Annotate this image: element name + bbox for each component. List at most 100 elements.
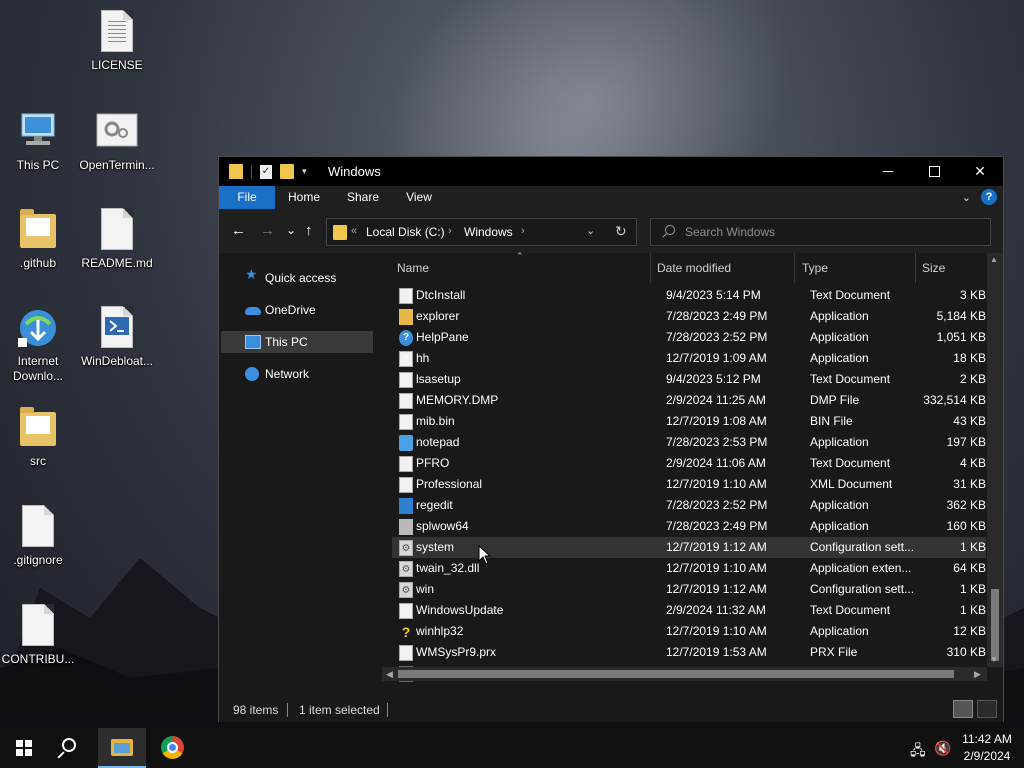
file-row[interactable]: PFRO 2/9/2024 11:06 AM Text Document 4 KB xyxy=(392,453,986,474)
file-row[interactable]: WindowsUpdate 2/9/2024 11:32 AM Text Docum… xyxy=(392,600,986,621)
network-icon[interactable]: 🖧 xyxy=(910,740,926,764)
nav-item-quick-access[interactable]: ★ Quick access xyxy=(221,267,373,289)
column-header-date[interactable]: Date modified xyxy=(657,253,731,283)
start-button[interactable] xyxy=(0,728,48,768)
desktop-icon-readme[interactable]: README.md xyxy=(75,208,159,271)
file-explorer-window[interactable]: ✓ ▾ Windows ✕ File Home Share View ⌄ ? ←… xyxy=(218,156,1004,722)
file-row[interactable]: ? hh 12/7/2019 1:09 AM Application 18 KB xyxy=(392,348,986,369)
desktop-icon-openterminal[interactable]: OpenTermin... xyxy=(75,110,159,173)
file-row[interactable]: ⚙ win 12/7/2019 1:12 AM Configuration sett.… xyxy=(392,579,986,600)
desktop-icon-contributing[interactable]: CONTRIBU... xyxy=(0,604,80,667)
properties-icon[interactable]: ✓ xyxy=(260,164,272,179)
desktop-icon-label: Internet Downlo... xyxy=(12,354,64,383)
file-row[interactable]: MEMORY.DMP 2/9/2024 11:25 AM DMP File 332,5… xyxy=(392,390,986,411)
desktop-icon-internet-download-manager[interactable]: Internet Downlo... xyxy=(0,306,80,384)
file-row[interactable]: lsasetup 9/4/2023 5:12 PM Text Document 2 K… xyxy=(392,369,986,390)
large-icons-view-button[interactable] xyxy=(977,700,997,718)
chrome-icon xyxy=(161,736,184,759)
folder-icon xyxy=(229,164,243,179)
vertical-scrollbar[interactable]: ▲ ▼ xyxy=(987,253,1003,667)
column-header-size[interactable]: Size xyxy=(922,253,945,283)
title-bar[interactable]: ✓ ▾ Windows ✕ xyxy=(219,157,1003,186)
back-button[interactable]: ← xyxy=(231,222,246,239)
scrollbar-thumb[interactable] xyxy=(398,670,954,678)
tab-file[interactable]: File xyxy=(219,186,275,209)
file-row[interactable]: Professional 12/7/2019 1:10 AM XML Documen… xyxy=(392,474,986,495)
volume-muted-icon[interactable]: 🔇 xyxy=(934,740,951,757)
breadcrumb-separator[interactable]: › xyxy=(521,225,525,237)
file-date-modified: 12/7/2019 1:09 AM xyxy=(666,351,767,365)
address-bar[interactable]: « Local Disk (C:) › Windows › ⌄ ↻ xyxy=(326,218,637,246)
gear-icon: ⚙ xyxy=(399,561,413,577)
file-date-modified: 7/28/2023 2:52 PM xyxy=(666,330,768,344)
breadcrumb-windows[interactable]: Windows xyxy=(464,225,513,239)
clock[interactable]: 11:42 AM 2/9/2024 xyxy=(958,731,1016,765)
file-row[interactable]: WMSysPr9.prx 12/7/2019 1:53 AM PRX File 310… xyxy=(392,642,986,663)
taskbar-search-button[interactable] xyxy=(48,728,96,768)
details-view-button[interactable] xyxy=(953,700,973,718)
column-divider[interactable] xyxy=(915,253,916,283)
file-row[interactable]: ? HelpPane 7/28/2023 2:52 PM Application 1,0… xyxy=(392,327,986,348)
nav-item-network[interactable]: Network xyxy=(221,363,373,385)
question-icon: ? xyxy=(401,624,411,640)
refresh-icon[interactable]: ↻ xyxy=(615,223,627,240)
file-row[interactable]: mib.bin 12/7/2019 1:08 AM BIN File 43 KB xyxy=(392,411,986,432)
minimize-button[interactable] xyxy=(865,157,911,186)
file-row[interactable]: notepad 7/28/2023 2:53 PM Application 197 K… xyxy=(392,432,986,453)
maximize-button[interactable] xyxy=(911,157,957,186)
tab-home[interactable]: Home xyxy=(279,186,329,209)
up-button[interactable]: ↑ xyxy=(305,222,313,239)
forward-button[interactable]: → xyxy=(260,222,275,239)
tab-view[interactable]: View xyxy=(397,186,441,209)
desktop-icon-github-folder[interactable]: .github xyxy=(0,208,80,271)
customize-dropdown-icon[interactable]: ▾ xyxy=(302,166,307,177)
file-name: Professional xyxy=(416,477,483,491)
desktop-icon-this-pc[interactable]: This PC xyxy=(0,110,80,173)
scroll-left-icon[interactable]: ◀ xyxy=(386,667,393,681)
desktop-icon-gitignore[interactable]: .gitignore xyxy=(0,505,80,568)
file-row[interactable]: splwow64 7/28/2023 2:49 PM Application 160 … xyxy=(392,516,986,537)
file-row[interactable]: explorer 7/28/2023 2:49 PM Application 5,18… xyxy=(392,306,986,327)
search-box[interactable] xyxy=(650,218,991,246)
file-row[interactable]: regedit 7/28/2023 2:52 PM Application 362 K… xyxy=(392,495,986,516)
desktop-icon-src-folder[interactable]: src xyxy=(0,406,80,469)
taskbar-file-explorer[interactable] xyxy=(98,728,146,768)
file-type: BIN File xyxy=(810,414,853,428)
scroll-up-icon[interactable]: ▲ xyxy=(990,255,998,264)
file-type: Application xyxy=(810,309,869,323)
column-header-name[interactable]: Name xyxy=(397,253,429,283)
nav-item-this-pc[interactable]: This PC xyxy=(221,331,373,353)
desktop-icon-label: CONTRIBU... xyxy=(1,652,75,666)
file-date-modified: 7/28/2023 2:52 PM xyxy=(666,498,768,512)
file-row[interactable]: ? winhlp32 12/7/2019 1:10 AM Application 12 … xyxy=(392,621,986,642)
column-divider[interactable] xyxy=(794,253,795,283)
desktop-icon-license[interactable]: LICENSE xyxy=(75,10,159,73)
file-date-modified: 2/9/2024 11:32 AM xyxy=(666,603,766,617)
scrollbar-thumb[interactable] xyxy=(991,589,999,661)
scroll-right-icon[interactable]: ▶ xyxy=(974,667,981,681)
close-button[interactable]: ✕ xyxy=(957,157,1003,186)
horizontal-scrollbar[interactable]: ◀ ▶ xyxy=(382,667,987,681)
tab-share[interactable]: Share xyxy=(339,186,387,209)
expand-ribbon-icon[interactable]: ⌄ xyxy=(962,191,971,204)
search-input[interactable] xyxy=(685,224,975,240)
overflow-chevron[interactable]: « xyxy=(351,225,357,237)
help-icon[interactable]: ? xyxy=(981,189,997,205)
desktop-icon-windebloater[interactable]: WinDebloat... xyxy=(75,306,159,369)
close-icon: ✕ xyxy=(974,163,986,179)
file-row[interactable]: DtcInstall 9/4/2023 5:14 PM Text Document 3… xyxy=(392,285,986,306)
star-icon: ★ xyxy=(245,266,258,282)
folder-app-icon xyxy=(399,309,413,325)
recent-locations-button[interactable]: ⌄ xyxy=(286,223,296,237)
address-dropdown-icon[interactable]: ⌄ xyxy=(586,224,595,237)
nav-item-onedrive[interactable]: OneDrive xyxy=(221,299,373,321)
column-divider[interactable] xyxy=(650,253,651,283)
breadcrumb-local-disk[interactable]: Local Disk (C:) xyxy=(366,225,445,239)
settings-file-icon xyxy=(95,110,139,154)
file-date-modified: 2/9/2024 11:25 AM xyxy=(666,393,766,407)
scroll-down-icon[interactable]: ▼ xyxy=(990,655,998,664)
taskbar-chrome[interactable] xyxy=(148,728,196,768)
new-folder-icon[interactable] xyxy=(280,164,294,179)
column-header-type[interactable]: Type xyxy=(802,253,828,283)
breadcrumb-separator[interactable]: › xyxy=(448,225,452,237)
